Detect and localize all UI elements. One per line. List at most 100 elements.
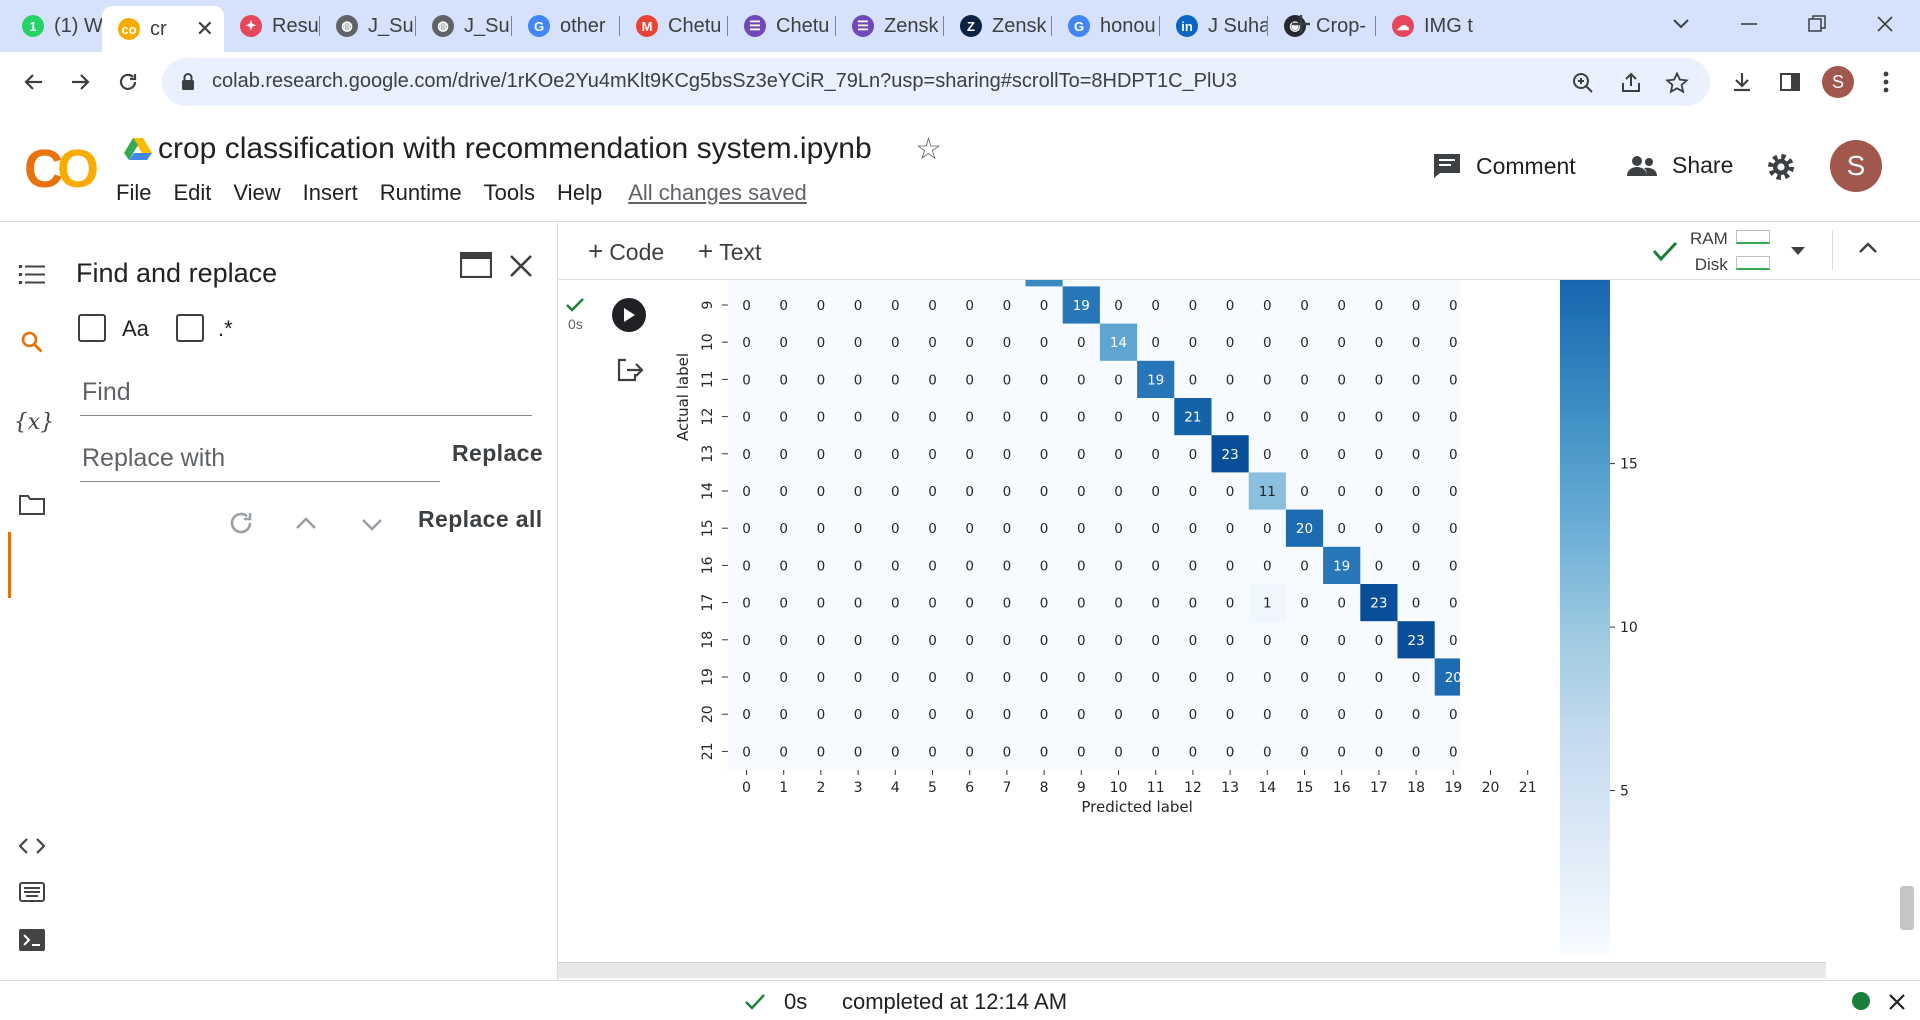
files-button[interactable] (14, 486, 50, 522)
find-input[interactable]: Find (80, 370, 532, 416)
browser-tab[interactable]: M Chetu (620, 8, 728, 44)
runtime-dropdown-icon[interactable] (1790, 246, 1806, 256)
drive-icon[interactable] (124, 136, 152, 160)
browser-tab[interactable]: ☰ Chetu (728, 8, 836, 44)
minimize-button[interactable] (1724, 6, 1774, 42)
cell-value-label: 0 (1337, 596, 1346, 612)
x-tick-label: 19 (1444, 780, 1462, 796)
browser-tab[interactable]: co cr ✕ (102, 6, 224, 52)
heatmap-cell (802, 280, 840, 287)
account-avatar[interactable]: S (1830, 140, 1882, 192)
match-case-checkbox[interactable] (78, 314, 106, 342)
menu-runtime[interactable]: Runtime (380, 180, 462, 206)
browser-tab[interactable]: ◍ J_Suha (320, 8, 416, 44)
heatmap-cell (1472, 696, 1510, 734)
reload-button[interactable] (108, 62, 148, 102)
side-panel-icon (1780, 73, 1800, 91)
close-panel-icon[interactable] (509, 254, 533, 278)
cell-value-label: 0 (965, 298, 974, 314)
replace-all-button[interactable]: Replace all (418, 506, 543, 533)
browser-tab[interactable]: in J Suha (1160, 8, 1268, 44)
close-tab-icon[interactable]: ✕ (196, 16, 214, 42)
settings-button[interactable] (1766, 152, 1796, 182)
cell-value-label: 0 (1189, 521, 1198, 537)
cell-value-label: 0 (1486, 596, 1495, 612)
star-notebook-icon[interactable]: ☆ (915, 132, 942, 167)
resource-monitor[interactable]: RAM Disk (1690, 226, 1728, 278)
cell-value-label: 0 (1300, 744, 1309, 760)
browser-tab[interactable]: Z Zensk (944, 8, 1052, 44)
cell-value-label: 0 (1263, 558, 1272, 574)
notebook-title[interactable]: crop classification with recommendation … (158, 132, 872, 166)
browser-tab[interactable]: ✦ Resun (224, 8, 320, 44)
status-completed[interactable]: completed at 12:14 AM (842, 989, 1067, 1015)
bookmark-button[interactable] (1662, 68, 1692, 98)
horizontal-scrollbar[interactable] (558, 962, 1826, 978)
menu-edit[interactable]: Edit (173, 180, 211, 206)
toc-button[interactable] (14, 256, 50, 292)
code-snippets-button[interactable] (14, 828, 50, 864)
share-label: Share (1672, 152, 1734, 178)
close-window-button[interactable] (1860, 6, 1910, 42)
browser-tab[interactable]: ◍ J_Suh (416, 8, 512, 44)
browser-tab[interactable]: 1 (1) Wl (6, 8, 102, 44)
replace-input[interactable]: Replace with (80, 436, 440, 482)
terminal-button[interactable] (14, 922, 50, 958)
share-button[interactable]: Share (1626, 152, 1733, 179)
cell-value-label: 0 (854, 484, 863, 500)
address-bar[interactable]: colab.research.google.com/drive/1rKOe2Yu… (162, 58, 1710, 106)
new-tab-button[interactable] (1276, 6, 1326, 42)
restore-button[interactable] (1792, 6, 1842, 42)
downloads-button[interactable] (1722, 62, 1762, 102)
save-status[interactable]: All changes saved (628, 180, 807, 206)
collapse-chevron-up-icon[interactable] (1858, 242, 1878, 254)
add-text-button[interactable]: + Text (698, 236, 761, 267)
cell-value-label: 0 (1523, 670, 1532, 686)
back-button[interactable] (14, 62, 54, 102)
share-page-button[interactable] (1616, 68, 1646, 98)
menu-view[interactable]: View (233, 180, 280, 206)
side-panel-button[interactable] (1770, 62, 1810, 102)
output-actions-icon[interactable] (616, 356, 644, 384)
ram-label: RAM (1690, 229, 1728, 248)
cell-value-label: 0 (1151, 744, 1160, 760)
cell-value-label: 0 (1114, 447, 1123, 463)
refresh-icon[interactable] (226, 508, 256, 538)
cell-value-label: 20 (1296, 521, 1313, 537)
command-palette-button[interactable] (14, 874, 50, 910)
add-code-button[interactable]: + Code (588, 236, 664, 267)
previous-match-icon[interactable] (294, 516, 318, 530)
run-cell-button[interactable] (612, 298, 646, 332)
variables-icon[interactable]: {𝑥} (14, 404, 54, 440)
cell-value-label: 0 (1523, 335, 1532, 351)
browser-tab[interactable]: ☰ Zensk (836, 8, 944, 44)
x-tick-label: 13 (1221, 780, 1239, 796)
menu-help[interactable]: Help (557, 180, 602, 206)
colab-logo[interactable]: CO (24, 138, 99, 200)
heatmap-cell (1137, 280, 1175, 287)
browser-tab[interactable]: Gother (512, 8, 620, 44)
zoom-button[interactable] (1568, 68, 1598, 98)
find-replace-rail-button[interactable] (14, 324, 50, 360)
menu-tools[interactable]: Tools (484, 180, 535, 206)
replace-button[interactable]: Replace (452, 440, 543, 467)
tab-title: Chetu (668, 14, 722, 37)
menu-insert[interactable]: Insert (303, 180, 358, 206)
menu-file[interactable]: File (116, 180, 151, 206)
cell-value-label: 0 (965, 335, 974, 351)
regex-checkbox[interactable] (176, 314, 204, 342)
browser-tab[interactable]: ☁ IMG t (1376, 8, 1480, 44)
next-match-icon[interactable] (360, 518, 384, 532)
comment-button[interactable]: Comment (1432, 152, 1576, 180)
forward-button[interactable] (60, 62, 100, 102)
vertical-scrollbar-thumb[interactable] (1900, 886, 1914, 930)
tab-search-button[interactable] (1656, 6, 1706, 42)
browser-tab[interactable]: Ghonou (1052, 8, 1160, 44)
cell-value-label: 0 (965, 633, 974, 649)
browser-menu-button[interactable] (1866, 62, 1906, 102)
profile-button[interactable]: S (1818, 62, 1858, 102)
open-in-tab-icon[interactable] (460, 252, 492, 278)
cell-value-label: 0 (1449, 596, 1458, 612)
close-status-icon[interactable] (1888, 993, 1906, 1011)
cell-value-label: 0 (779, 447, 788, 463)
